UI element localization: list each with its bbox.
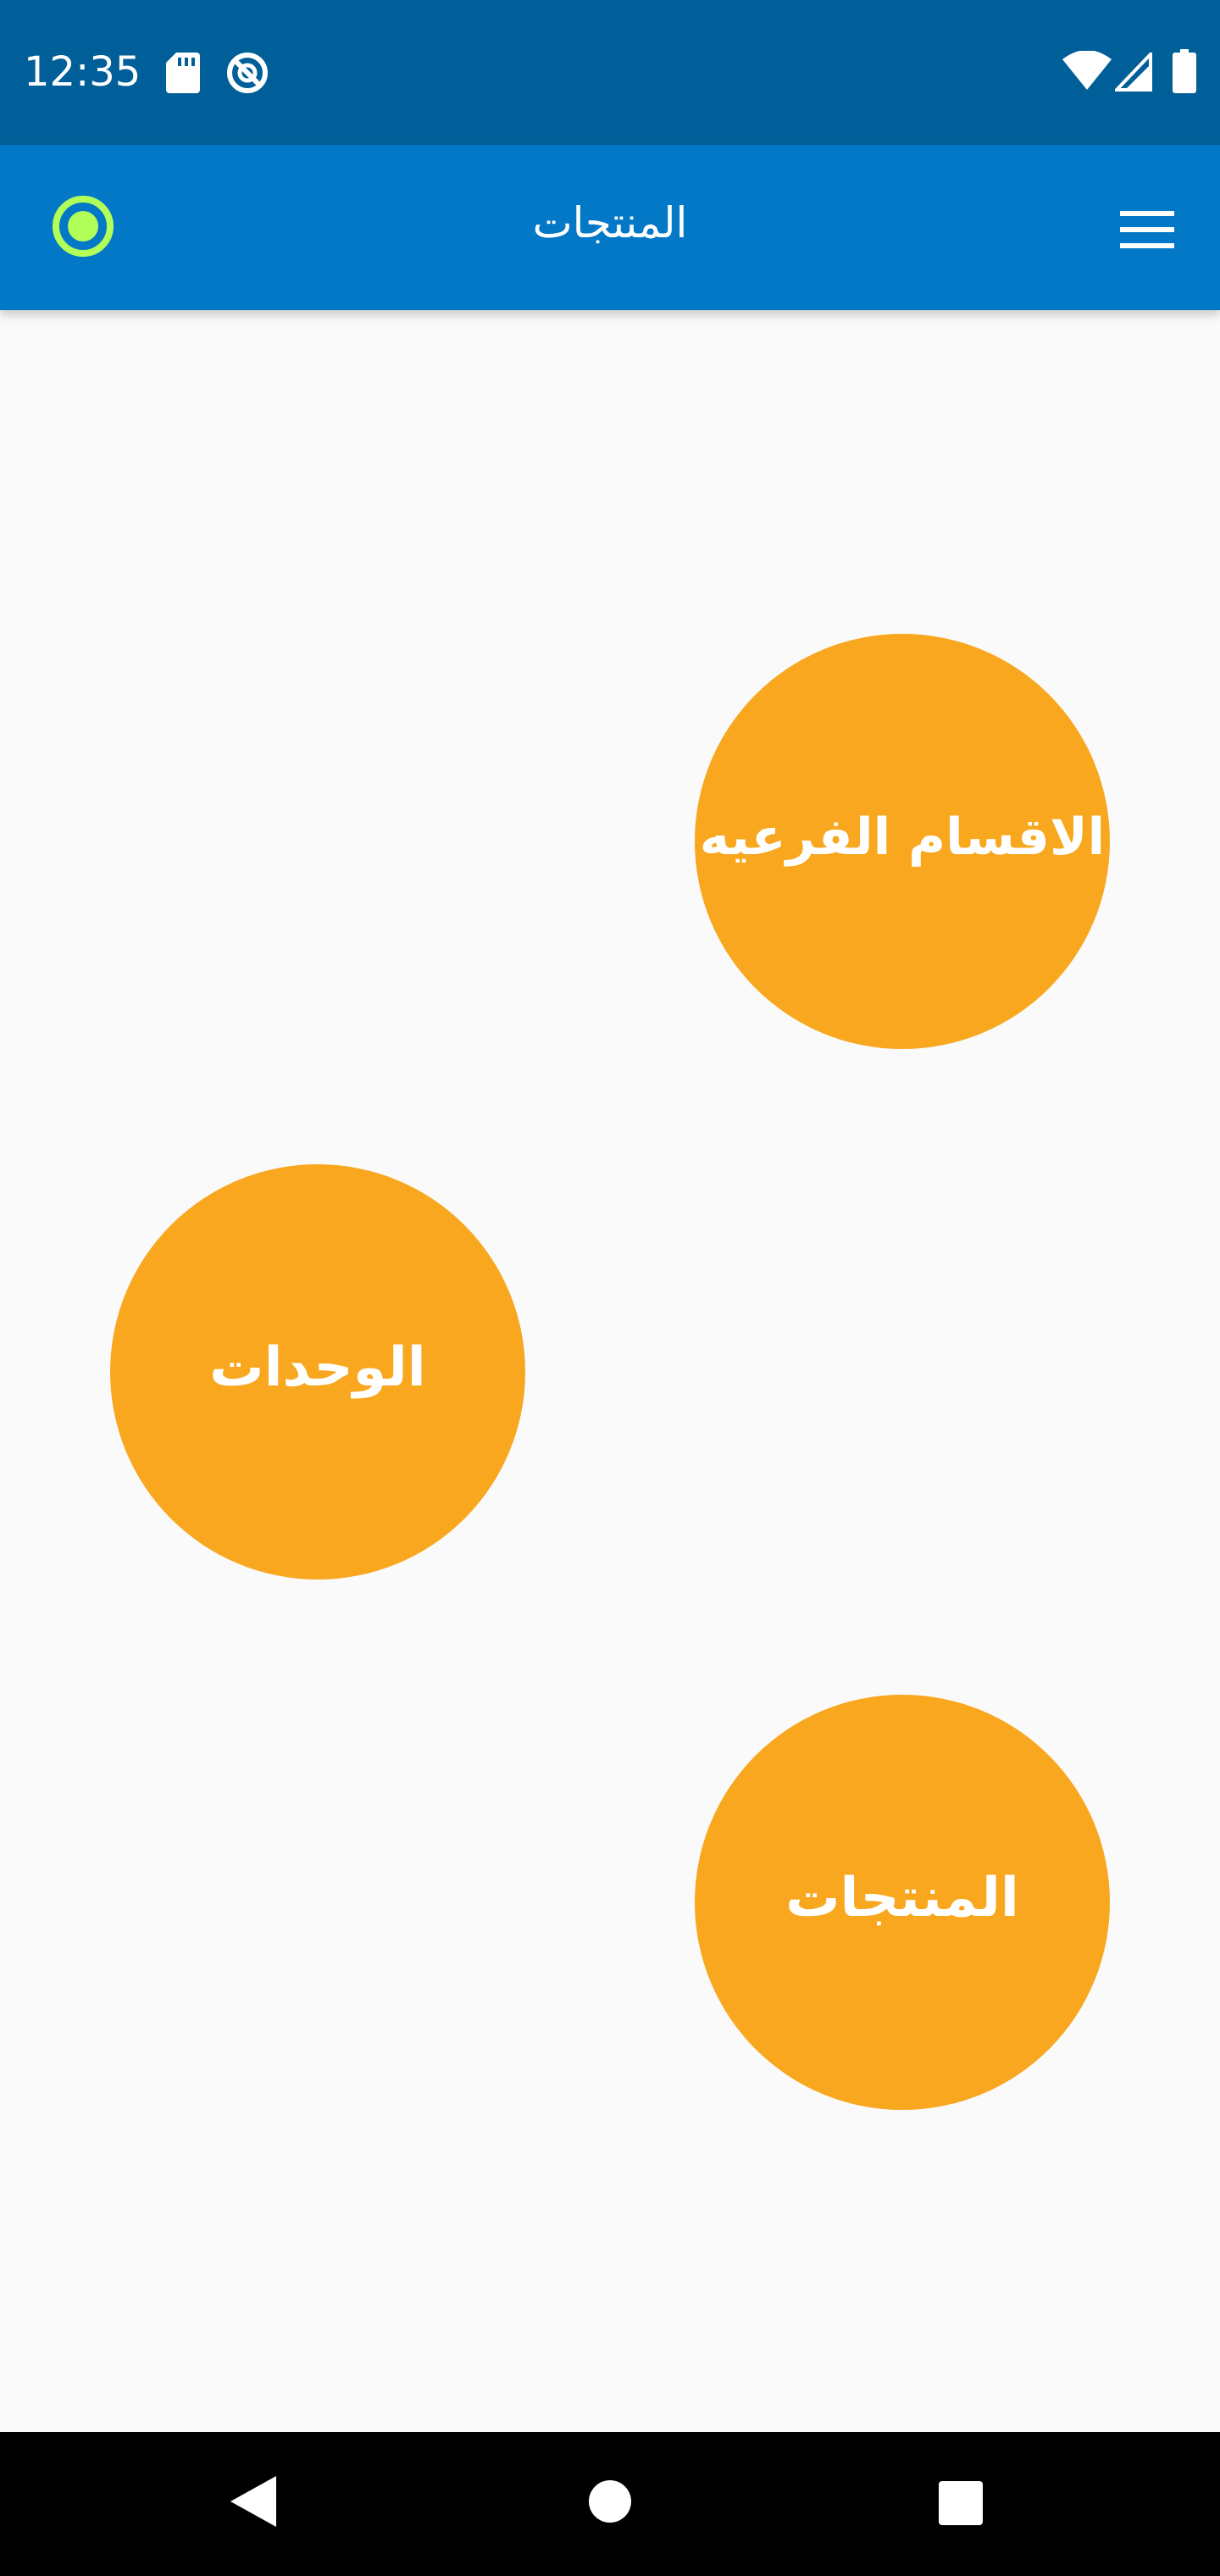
- sd-card-icon: [166, 53, 200, 93]
- recents-icon[interactable]: [939, 2481, 983, 2525]
- subcategories-button[interactable]: الاقسام الفرعيه: [695, 634, 1110, 1049]
- wifi-icon: [1062, 51, 1112, 90]
- products-button[interactable]: المنتجات: [695, 1695, 1110, 2110]
- status-bar: 12:35: [0, 0, 1220, 145]
- battery-icon: [1173, 49, 1196, 93]
- back-icon[interactable]: [230, 2476, 276, 2527]
- app-bar: المنتجات: [0, 145, 1220, 310]
- products-label: المنتجات: [785, 1867, 1019, 1929]
- menu-icon[interactable]: [1118, 208, 1176, 252]
- units-label: الوحدات: [209, 1336, 426, 1399]
- navigation-bar: [0, 2432, 1220, 2576]
- status-time: 12:35: [24, 48, 141, 96]
- subcategories-label: الاقسام الفرعيه: [699, 808, 1106, 867]
- signal-icon: [1115, 53, 1152, 92]
- sync-disabled-icon: [227, 53, 268, 93]
- units-button[interactable]: الوحدات: [110, 1164, 525, 1579]
- target-icon[interactable]: [51, 194, 115, 258]
- home-icon[interactable]: [588, 2479, 632, 2523]
- page-title: المنتجات: [532, 198, 688, 247]
